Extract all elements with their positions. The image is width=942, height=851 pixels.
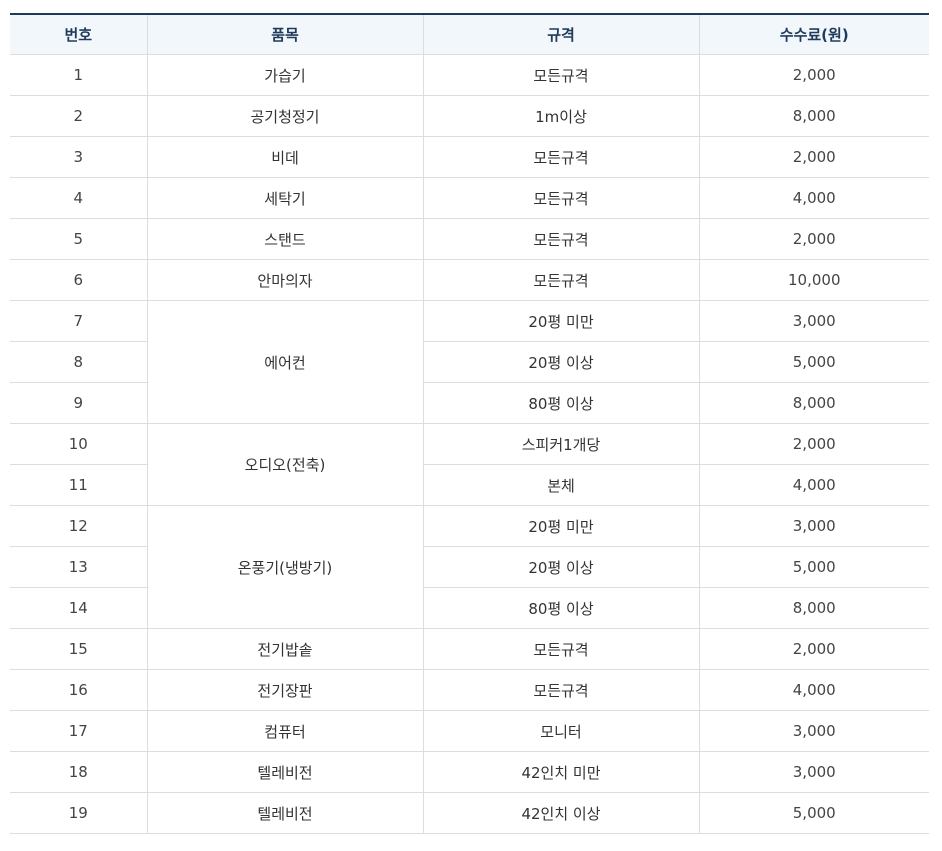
row-fee: 8,000: [698, 587, 929, 629]
row-fee: 8,000: [698, 382, 929, 424]
row-fee: 3,000: [698, 710, 929, 752]
row-number: 12: [10, 505, 147, 547]
row-item: 오디오(전축): [146, 423, 423, 506]
table-row: 1 가습기 모든규격 2,000: [10, 54, 929, 96]
row-item: 비데: [146, 136, 423, 178]
row-number: 13: [10, 546, 147, 588]
row-spec: 모든규격: [422, 177, 699, 219]
row-fee: 8,000: [698, 95, 929, 137]
table-row: 12 온풍기(냉방기) 20평 미만 3,000: [10, 505, 929, 629]
table-header: 번호 품목 규격 수수료(원): [10, 14, 929, 55]
row-item: 공기청정기: [146, 95, 423, 137]
row-number: 11: [10, 464, 147, 506]
table-row: 15 전기밥솥 모든규격 2,000: [10, 628, 929, 670]
table-row: 19 텔레비전 42인치 이상 5,000: [10, 792, 929, 834]
table-row: 6 안마의자 모든규격 10,000: [10, 259, 929, 301]
row-number: 9: [10, 382, 147, 424]
row-number: 5: [10, 218, 147, 260]
row-number: 6: [10, 259, 147, 301]
row-number: 4: [10, 177, 147, 219]
row-fee: 10,000: [698, 259, 929, 301]
table-row: 16 전기장판 모든규격 4,000: [10, 669, 929, 711]
row-spec: 모든규격: [422, 136, 699, 178]
row-fee: 2,000: [698, 628, 929, 670]
row-fee: 5,000: [698, 792, 929, 834]
row-number: 3: [10, 136, 147, 178]
header-fee: 수수료(원): [698, 14, 929, 55]
header-spec: 규격: [422, 14, 699, 55]
row-fee: 3,000: [698, 505, 929, 547]
row-fee: 2,000: [698, 54, 929, 96]
row-spec: 80평 이상: [422, 587, 699, 629]
row-item: 텔레비전: [146, 792, 423, 834]
row-fee: 2,000: [698, 136, 929, 178]
row-item: 텔레비전: [146, 751, 423, 793]
row-item: 에어컨: [146, 300, 423, 424]
page: 번호 품목 규격 수수료(원) 1 가습기 모든규격 2,000 2 공기청정기 1m이상 8…: [0, 0, 942, 851]
row-spec: 본체: [422, 464, 699, 506]
row-spec: 모든규격: [422, 54, 699, 96]
row-fee: 5,000: [698, 546, 929, 588]
fee-table: 번호 품목 규격 수수료(원) 1 가습기 모든규격 2,000 2 공기청정기 1m이상 8…: [10, 13, 929, 834]
row-item: 가습기: [146, 54, 423, 96]
header-item: 품목: [146, 14, 423, 55]
row-number: 1: [10, 54, 147, 96]
row-number: 10: [10, 423, 147, 465]
row-item: 안마의자: [146, 259, 423, 301]
row-spec: 20평 미만: [422, 505, 699, 547]
table-row: 3 비데 모든규격 2,000: [10, 136, 929, 178]
table-row: 2 공기청정기 1m이상 8,000: [10, 95, 929, 137]
row-spec: 모든규격: [422, 218, 699, 260]
row-spec: 20평 미만: [422, 300, 699, 342]
row-number: 7: [10, 300, 147, 342]
table-row: 18 텔레비전 42인치 미만 3,000: [10, 751, 929, 793]
row-fee: 4,000: [698, 177, 929, 219]
table-body: 1 가습기 모든규격 2,000 2 공기청정기 1m이상 8,000 3 비데 모든규격 2,000…: [10, 54, 929, 834]
row-fee: 2,000: [698, 423, 929, 465]
row-spec: 모든규격: [422, 628, 699, 670]
row-item: 스탠드: [146, 218, 423, 260]
row-spec: 모니터: [422, 710, 699, 752]
row-spec: 42인치 이상: [422, 792, 699, 834]
row-number: 19: [10, 792, 147, 834]
row-spec: 모든규격: [422, 259, 699, 301]
row-item: 전기장판: [146, 669, 423, 711]
table-row: 10 오디오(전축) 스피커1개당 2,000: [10, 423, 929, 506]
row-spec: 80평 이상: [422, 382, 699, 424]
row-spec: 1m이상: [422, 95, 699, 137]
row-fee: 3,000: [698, 300, 929, 342]
row-spec: 42인치 미만: [422, 751, 699, 793]
row-spec: 모든규격: [422, 669, 699, 711]
header-row: 번호 품목 규격 수수료(원): [10, 14, 929, 55]
table-row: 4 세탁기 모든규격 4,000: [10, 177, 929, 219]
row-number: 8: [10, 341, 147, 383]
table-row: 7 에어컨 20평 미만 3,000: [10, 300, 929, 424]
row-item: 세탁기: [146, 177, 423, 219]
row-fee: 4,000: [698, 669, 929, 711]
row-number: 18: [10, 751, 147, 793]
table-row: 5 스탠드 모든규격 2,000: [10, 218, 929, 260]
table-row: 17 컴퓨터 모니터 3,000: [10, 710, 929, 752]
row-item: 전기밥솥: [146, 628, 423, 670]
row-fee: 3,000: [698, 751, 929, 793]
row-number: 14: [10, 587, 147, 629]
row-item: 온풍기(냉방기): [146, 505, 423, 629]
row-spec: 스피커1개당: [422, 423, 699, 465]
header-number: 번호: [10, 14, 147, 55]
row-fee: 4,000: [698, 464, 929, 506]
row-number: 15: [10, 628, 147, 670]
row-number: 16: [10, 669, 147, 711]
row-fee: 2,000: [698, 218, 929, 260]
row-fee: 5,000: [698, 341, 929, 383]
row-number: 2: [10, 95, 147, 137]
row-item: 컴퓨터: [146, 710, 423, 752]
row-spec: 20평 이상: [422, 546, 699, 588]
row-spec: 20평 이상: [422, 341, 699, 383]
row-number: 17: [10, 710, 147, 752]
